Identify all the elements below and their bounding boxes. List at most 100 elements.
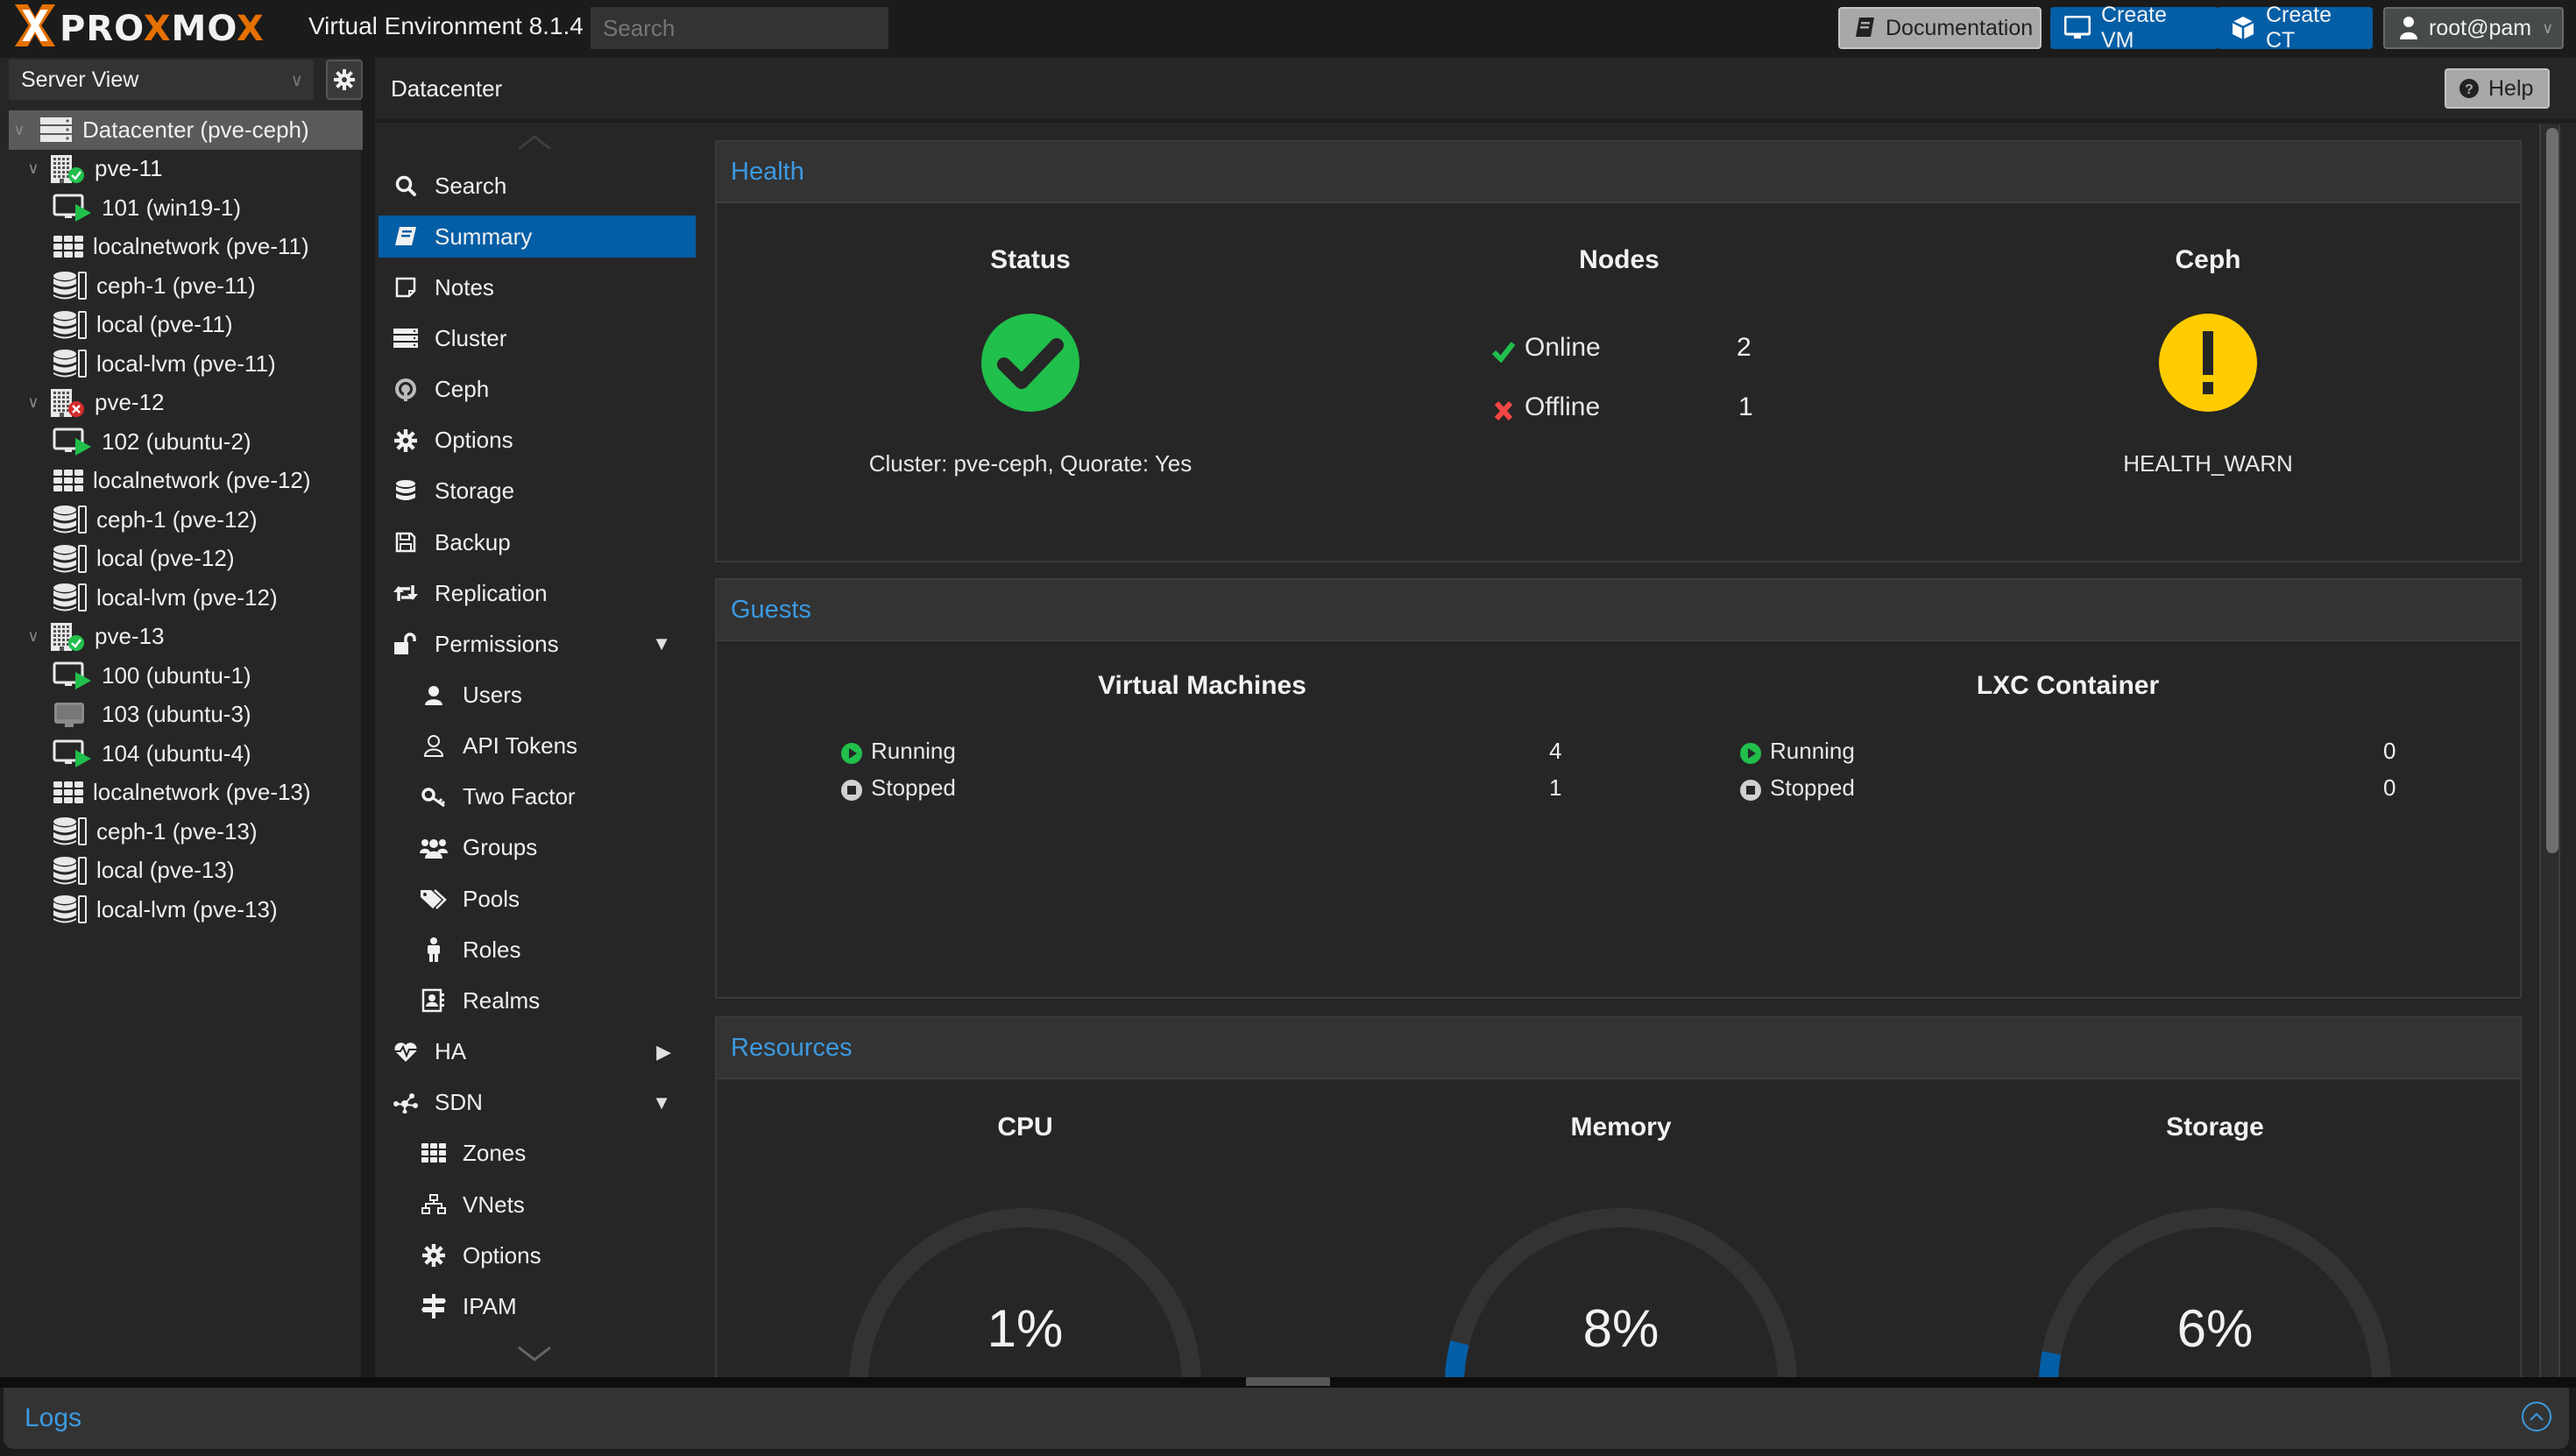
storage-icon xyxy=(53,271,88,300)
proxmox-logo[interactable]: PROXMOX xyxy=(11,4,265,54)
search-icon xyxy=(391,174,421,197)
address-book-icon xyxy=(419,988,449,1013)
nav-item-search[interactable]: Search xyxy=(379,165,696,207)
lxc-title: LXC Container xyxy=(1976,671,2160,700)
tree-item-node-online[interactable]: ∨ pve-13 xyxy=(9,618,363,657)
caret-right-icon[interactable]: ▶ xyxy=(656,1041,671,1064)
nav-item-pools[interactable]: Pools xyxy=(379,878,696,920)
user-icon xyxy=(2400,17,2417,39)
book-icon xyxy=(1856,18,1874,37)
ceph-title: Ceph xyxy=(2175,245,2241,274)
tree-item-storage[interactable]: ceph-1 (pve-13) xyxy=(9,812,363,852)
nav-scroll-up-icon[interactable] xyxy=(508,130,561,156)
tree-item-node-offline[interactable]: ∨ pve-12 xyxy=(9,384,363,423)
content-scrollbar-thumb[interactable] xyxy=(2546,128,2558,853)
nav-item-options[interactable]: Options xyxy=(379,420,696,462)
user-menu-button[interactable]: root@pam ∨ xyxy=(2383,7,2564,49)
tree-item-storage[interactable]: ceph-1 (pve-11) xyxy=(9,266,363,306)
nav-item-label: Options xyxy=(463,1241,541,1269)
guests-panel-header: Guests xyxy=(717,580,2520,641)
node-online-icon xyxy=(49,154,86,184)
tree-item-network[interactable]: localnetwork (pve-12) xyxy=(9,462,363,501)
nav-item-options[interactable]: Options xyxy=(379,1234,696,1276)
nav-item-realms[interactable]: Realms xyxy=(379,979,696,1021)
caret-down-icon[interactable]: ▼ xyxy=(652,633,671,655)
nav-item-roles[interactable]: Roles xyxy=(379,929,696,971)
chevron-down-icon[interactable]: ∨ xyxy=(9,121,30,139)
create-ct-button[interactable]: Create CT xyxy=(2217,3,2373,53)
nav-item-label: VNets xyxy=(463,1191,525,1218)
tree-item-storage[interactable]: local (pve-13) xyxy=(9,852,363,891)
nav-item-ceph[interactable]: Ceph xyxy=(379,369,696,411)
nav-item-permissions[interactable]: Permissions ▼ xyxy=(379,623,696,665)
nav-item-replication[interactable]: Replication xyxy=(379,572,696,614)
server-icon xyxy=(391,329,421,349)
logs-expand-button[interactable] xyxy=(2522,1402,2551,1431)
view-selector[interactable]: Server View ∨ xyxy=(9,60,314,100)
documentation-button[interactable]: Documentation xyxy=(1838,7,2042,49)
unlock-icon xyxy=(391,633,421,655)
nav-item-notes[interactable]: Notes xyxy=(379,266,696,308)
gauge-value-storage: 6% xyxy=(2176,1299,2254,1358)
tree-item-storage[interactable]: local-lvm (pve-13) xyxy=(9,890,363,929)
tree-item-datacenter[interactable]: ∨ Datacenter (pve-ceph) xyxy=(9,110,363,150)
network-zone-icon xyxy=(53,468,84,494)
tree-item-label: local-lvm (pve-11) xyxy=(96,350,276,377)
chevron-down-icon[interactable]: ∨ xyxy=(23,627,44,646)
nav-scroll-down-icon[interactable] xyxy=(508,1340,561,1367)
tree-item-storage[interactable]: ceph-1 (pve-12) xyxy=(9,500,363,540)
tree-settings-button[interactable] xyxy=(326,60,363,100)
floppy-icon xyxy=(391,532,421,553)
tree-item-vm-stopped[interactable]: 103 (ubuntu-3) xyxy=(9,696,363,735)
nav-item-api-tokens[interactable]: API Tokens xyxy=(379,725,696,767)
nav-item-backup[interactable]: Backup xyxy=(379,521,696,563)
tree-item-label: localnetwork (pve-11) xyxy=(93,233,309,260)
nav-item-vnets[interactable]: VNets xyxy=(379,1184,696,1226)
search-input[interactable] xyxy=(591,7,888,49)
lxc-stopped-count: 0 xyxy=(2383,774,2396,801)
lxc-stopped-label: Stopped xyxy=(1770,774,1855,801)
tree-item-vm-running[interactable]: 100 (ubuntu-1) xyxy=(9,656,363,696)
nav-item-two-factor[interactable]: Two Factor xyxy=(379,776,696,818)
nav-item-label: Backup xyxy=(435,528,511,555)
splitter-collapse-handle[interactable] xyxy=(1246,1377,1330,1386)
nav-item-ipam[interactable]: IPAM xyxy=(379,1285,696,1327)
nodes-online-count: 2 xyxy=(1737,333,1752,362)
tree-item-vm-running[interactable]: 102 (ubuntu-2) xyxy=(9,422,363,462)
guests-panel: Guests Virtual Machines Running 4 Stoppe… xyxy=(715,578,2522,999)
nav-item-sdn[interactable]: SDN ▼ xyxy=(379,1082,696,1124)
nav-item-cluster[interactable]: Cluster xyxy=(379,317,696,359)
nav-item-groups[interactable]: Groups xyxy=(379,827,696,869)
help-button[interactable]: ? Help xyxy=(2445,68,2550,109)
node-online-icon xyxy=(49,622,86,652)
tree-item-label: 103 (ubuntu-3) xyxy=(102,701,251,728)
nav-item-ha[interactable]: HA ▶ xyxy=(379,1031,696,1073)
chevron-down-icon[interactable]: ∨ xyxy=(23,393,44,412)
nav-item-label: Cluster xyxy=(435,324,507,351)
note-icon xyxy=(391,276,421,299)
nav-item-storage[interactable]: Storage xyxy=(379,470,696,512)
chevron-down-icon[interactable]: ∨ xyxy=(23,159,44,178)
storage-icon xyxy=(53,505,88,534)
tree-item-storage[interactable]: local (pve-11) xyxy=(9,306,363,345)
tree-item-label: 101 (win19-1) xyxy=(102,194,241,221)
nav-item-summary[interactable]: Summary xyxy=(379,216,696,258)
tree-item-network[interactable]: localnetwork (pve-13) xyxy=(9,774,363,813)
nav-item-zones[interactable]: Zones xyxy=(379,1133,696,1175)
sdn-icon xyxy=(391,1092,421,1113)
tree-item-node-online[interactable]: ∨ pve-11 xyxy=(9,150,363,189)
tree-item-storage[interactable]: local-lvm (pve-12) xyxy=(9,578,363,618)
book-icon xyxy=(391,226,421,247)
tree-item-network[interactable]: localnetwork (pve-11) xyxy=(9,228,363,267)
tree-item-storage[interactable]: local-lvm (pve-11) xyxy=(9,344,363,384)
caret-down-icon[interactable]: ▼ xyxy=(652,1092,671,1114)
vm-stopped-count: 1 xyxy=(1549,774,1562,801)
gear-icon xyxy=(419,1244,449,1268)
create-vm-button[interactable]: Create VM xyxy=(2050,3,2219,53)
tree-item-storage[interactable]: local (pve-12) xyxy=(9,540,363,579)
nav-item-users[interactable]: Users xyxy=(379,675,696,717)
logs-panel[interactable]: Logs xyxy=(4,1388,2569,1449)
resource-tree: ∨ Datacenter (pve-ceph) ∨ pve-11 101 (win19-… xyxy=(9,110,363,929)
tree-item-vm-running[interactable]: 104 (ubuntu-4) xyxy=(9,734,363,774)
tree-item-vm-running[interactable]: 101 (win19-1) xyxy=(9,188,363,228)
